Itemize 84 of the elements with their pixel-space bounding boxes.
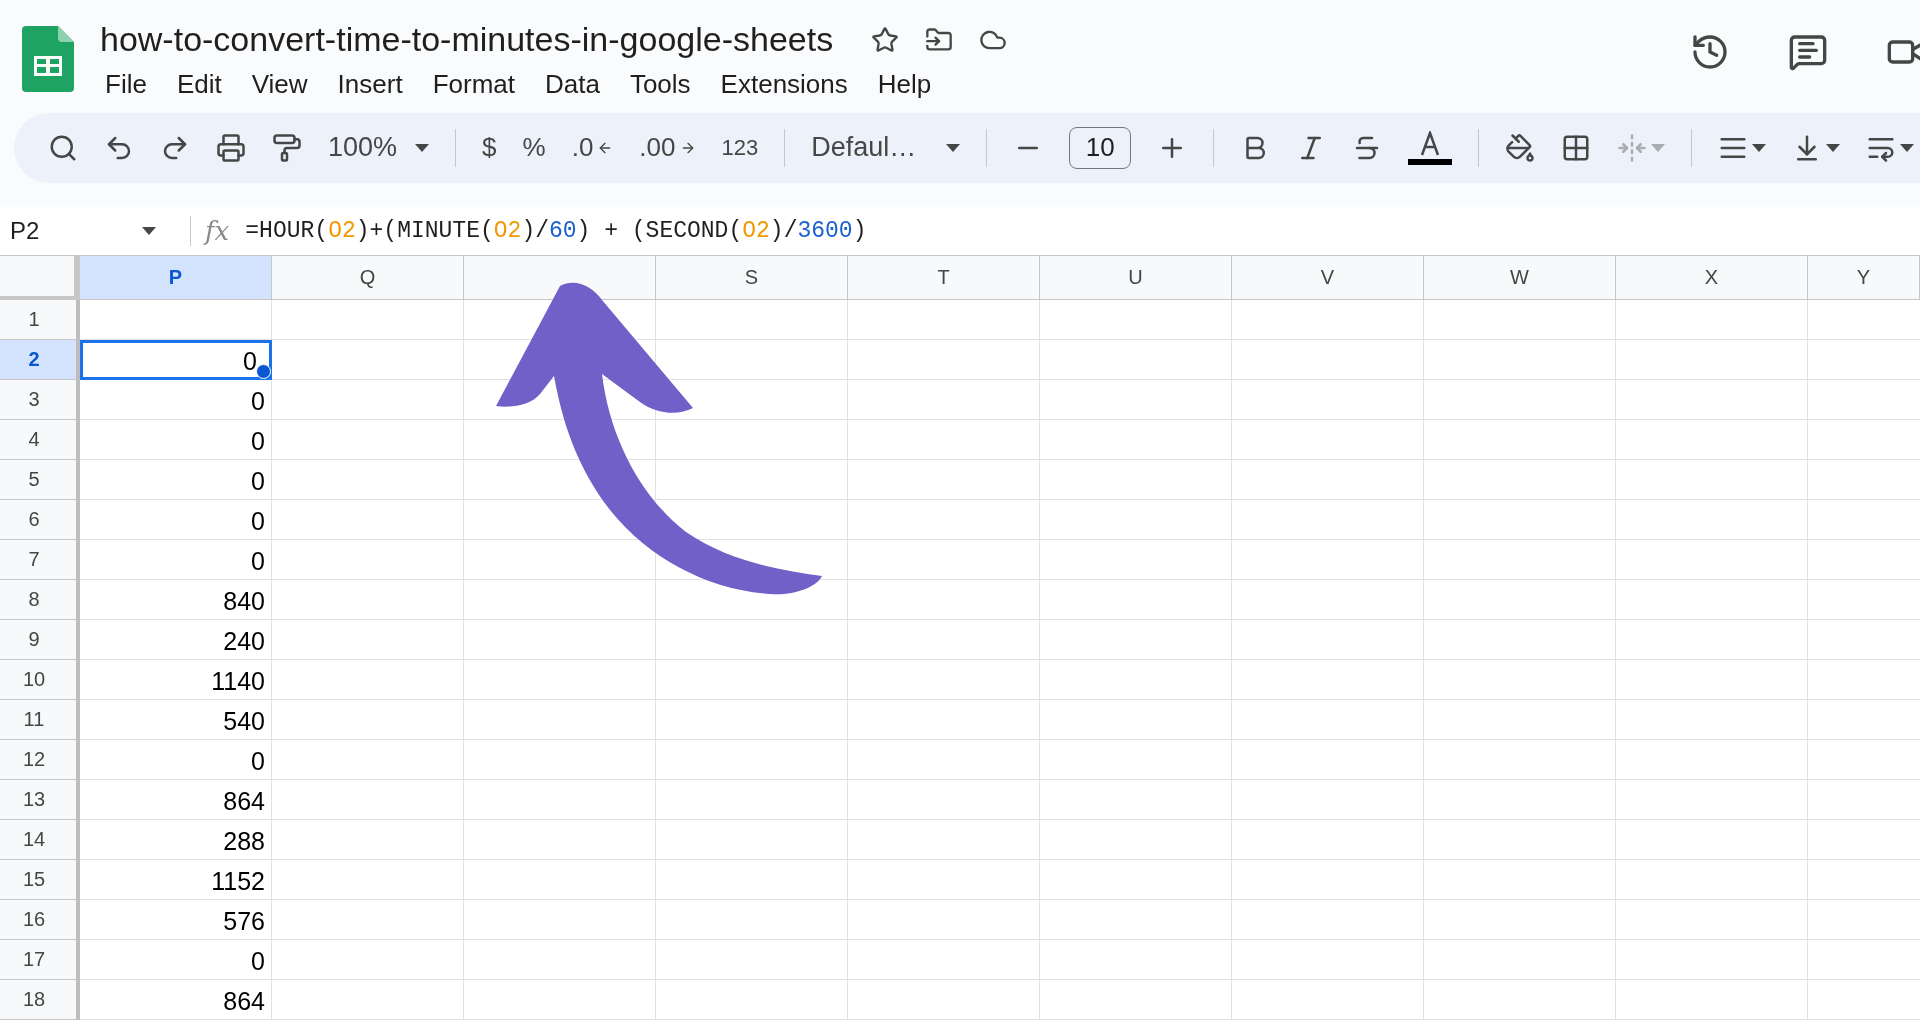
caret-icon [946,143,961,152]
column-header[interactable]: X [1616,256,1808,300]
row-header[interactable]: 2 [0,340,80,380]
caret-icon [1826,143,1841,152]
column-header[interactable]: Q [272,256,464,300]
table-cell[interactable]: 1140 [80,660,272,700]
fill-handle[interactable] [256,364,271,379]
menu-item[interactable]: Tools [616,65,704,104]
row-header[interactable]: 15 [0,860,80,900]
print-icon[interactable] [216,132,246,163]
column-header[interactable]: U [1040,256,1232,300]
table-cell[interactable]: 0 [80,500,272,540]
table-cell[interactable]: 840 [80,580,272,620]
row-header[interactable]: 5 [0,460,80,500]
menu-item[interactable]: Help [864,65,945,104]
row-header[interactable]: 18 [0,980,80,1020]
menu-item[interactable]: Format [419,65,528,104]
paint-format-icon[interactable] [272,132,302,163]
menu-item[interactable]: Data [532,65,613,104]
table-cell[interactable]: 0 [80,740,272,780]
table-cell[interactable]: 0 [80,420,272,460]
row-header[interactable]: 3 [0,380,80,420]
row-header[interactable]: 14 [0,820,80,860]
row-header[interactable]: 9 [0,620,80,660]
row-header[interactable]: 8 [0,580,80,620]
column-header[interactable] [464,256,656,300]
folder-move-icon[interactable] [925,25,954,54]
sheets-logo-icon[interactable] [22,26,74,92]
formula-text[interactable]: =HOUR(O2)+(MINUTE(O2)/60) + (SECOND(O2)/3600) [245,217,867,244]
menu-item[interactable]: Extensions [707,65,861,104]
star-icon[interactable] [871,25,900,54]
comment-icon[interactable] [1788,32,1828,72]
font-size-field[interactable]: 10 [1069,126,1132,169]
currency-button[interactable]: $ [482,132,497,164]
column-header[interactable]: T [848,256,1040,300]
caret-icon [1651,143,1666,152]
row-header[interactable]: 4 [0,420,80,460]
menu-item[interactable]: Insert [324,65,416,104]
table-cell[interactable]: 0 [80,380,272,420]
fx-label: fx [190,215,230,246]
row-header[interactable]: 10 [0,660,80,700]
table-cell[interactable]: 0 [80,460,272,500]
row-header[interactable]: 12 [0,740,80,780]
table-cell[interactable]: 864 [80,780,272,820]
increase-decimals-button[interactable]: .00 [639,132,696,164]
table-cell[interactable]: 576 [80,900,272,940]
column-header[interactable]: W [1424,256,1616,300]
font-dropdown[interactable]: Defaul… [811,132,961,164]
row-header[interactable]: 7 [0,540,80,580]
fill-color-icon[interactable] [1505,132,1536,163]
table-cell[interactable]: 240 [80,620,272,660]
row-header[interactable]: 13 [0,780,80,820]
row-header[interactable]: 17 [0,940,80,980]
menu-item[interactable]: View [238,65,321,104]
table-cell[interactable]: 0 [80,540,272,580]
table-cell[interactable]: 540 [80,700,272,740]
decrease-decimals-button[interactable]: .0 [571,132,614,164]
column-header[interactable]: V [1232,256,1424,300]
row-header[interactable]: 6 [0,500,80,540]
caret-icon [1900,143,1915,152]
caret-icon [1752,143,1767,152]
name-box[interactable]: P2 [0,216,170,245]
table-cell[interactable]: 1152 [80,860,272,900]
table-cell[interactable]: 288 [80,820,272,860]
table-cell[interactable]: 0 [80,940,272,980]
column-header[interactable]: S [656,256,848,300]
caret-icon [142,226,156,235]
percent-button[interactable]: % [522,132,546,164]
merge-icon [1617,132,1648,163]
row-header[interactable]: 1 [0,300,80,340]
table-cell[interactable]: 864 [80,980,272,1020]
column-header[interactable]: P [80,256,272,300]
table-cell[interactable]: 0 [80,340,272,380]
number-format-button[interactable]: 123 [721,134,759,161]
menu-item[interactable]: File [92,65,160,104]
row-header[interactable]: 16 [0,900,80,940]
document-title[interactable]: how-to-convert-time-to-minutes-in-google-sheets [100,20,834,59]
zoom-dropdown[interactable]: 100% [328,132,430,164]
row-header[interactable]: 11 [0,700,80,740]
column-header[interactable]: Y [1808,256,1920,300]
caret-icon [415,143,430,152]
history-icon[interactable] [1690,32,1730,72]
menu-item[interactable]: Edit [163,65,235,104]
text-color-button[interactable] [1408,130,1453,165]
